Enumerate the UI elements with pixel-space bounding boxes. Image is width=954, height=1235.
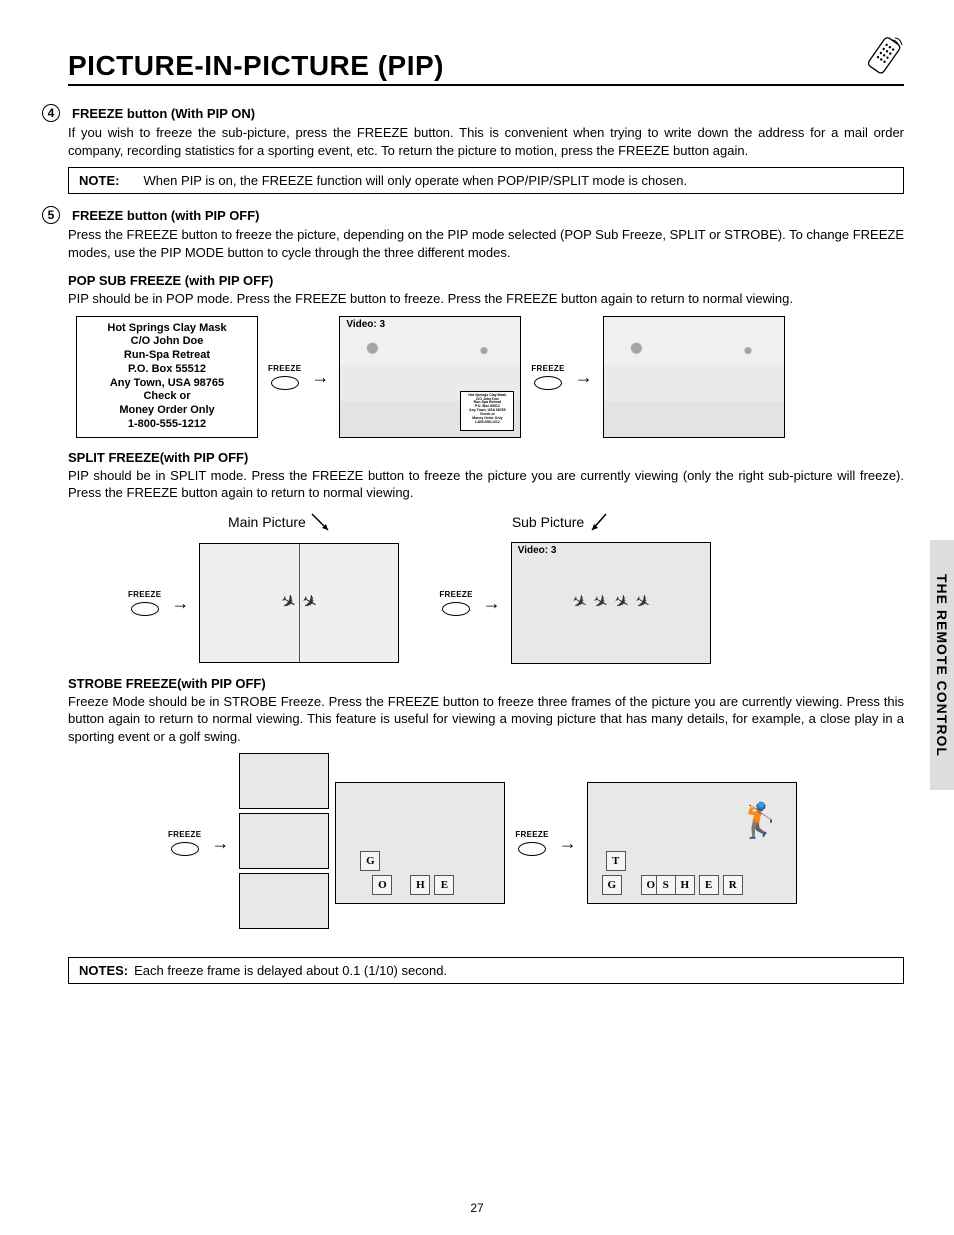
pop-sub-freeze-heading: POP SUB FREEZE (with PIP OFF)	[68, 273, 904, 288]
pop-screen-normal	[603, 316, 785, 438]
arrow-icon: →	[171, 594, 189, 612]
section-4-heading: 4 FREEZE button (With PIP ON)	[68, 104, 904, 122]
page-number: 27	[0, 1201, 954, 1215]
section-5-paragraph: Press the FREEZE button to freeze the pi…	[68, 226, 904, 261]
note-box-1: NOTE: When PIP is on, the FREEZE functio…	[68, 167, 904, 194]
title-underline	[68, 84, 904, 86]
split-screen-2: Video: 3 ✈✈✈✈	[511, 542, 711, 664]
golfer-icon: 🏌	[739, 801, 781, 841]
arrow-down-icon	[588, 512, 610, 534]
strobe-freeze-paragraph: Freeze Mode should be in STROBE Freeze. …	[68, 693, 904, 746]
remote-control-icon	[862, 36, 904, 78]
split-freeze-heading: SPLIT FREEZE(with PIP OFF)	[68, 450, 904, 465]
pip-sub-picture: Hot Springs Clay Mask C/O John Doe Run-S…	[460, 391, 514, 431]
address-screen: Hot Springs Clay Mask C/O John Doe Run-S…	[76, 316, 258, 438]
note-label: NOTE:	[79, 173, 119, 188]
page-title: PICTURE-IN-PICTURE (PIP)	[68, 50, 444, 82]
note-box-2: NOTES: Each freeze frame is delayed abou…	[68, 957, 904, 984]
side-tab: THE REMOTE CONTROL	[930, 540, 954, 790]
arrow-icon: →	[559, 834, 577, 852]
pop-screen-with-pip: Video: 3 Hot Springs Clay Mask C/O John …	[339, 316, 521, 438]
split-annotations: Main Picture Sub Picture	[228, 512, 904, 534]
pop-figure-row: Hot Springs Clay Mask C/O John Doe Run-S…	[76, 316, 904, 438]
arrow-icon: →	[211, 834, 229, 852]
section-5-title: FREEZE button (with PIP OFF)	[72, 208, 260, 223]
step-number-4: 4	[42, 104, 60, 122]
note-text: When PIP is on, the FREEZE function will…	[143, 173, 687, 188]
notes-text: Each freeze frame is delayed about 0.1 (…	[134, 963, 447, 978]
arrow-icon: →	[575, 368, 593, 386]
split-screen-1: ✈✈ ✈✈	[199, 543, 399, 663]
side-tab-label: THE REMOTE CONTROL	[934, 574, 950, 757]
pop-sub-freeze-paragraph: PIP should be in POP mode. Press the FRE…	[68, 290, 904, 308]
freeze-button-icon: FREEZE	[515, 830, 548, 856]
strobe-main-2: 🏌 T O HER G S	[587, 782, 797, 904]
split-figure-row: FREEZE → ✈✈ ✈✈ FREEZE → Video: 3 ✈✈✈✈	[128, 542, 904, 664]
main-picture-label: Main Picture	[228, 514, 306, 530]
split-freeze-paragraph: PIP should be in SPLIT mode. Press the F…	[68, 467, 904, 502]
strobe-main-1: T O HE G	[335, 782, 505, 904]
arrow-icon: →	[483, 594, 501, 612]
freeze-button-icon: FREEZE	[531, 364, 564, 390]
freeze-button-icon: FREEZE	[168, 830, 201, 856]
arrow-icon: →	[311, 368, 329, 386]
section-4-title: FREEZE button (With PIP ON)	[72, 106, 255, 121]
freeze-button-icon: FREEZE	[268, 364, 301, 390]
section-5-heading: 5 FREEZE button (with PIP OFF)	[68, 206, 904, 224]
video-label: Video: 3	[346, 319, 385, 330]
freeze-button-icon: FREEZE	[128, 590, 161, 616]
strobe-freeze-heading: STROBE FREEZE(with PIP OFF)	[68, 676, 904, 691]
arrow-down-icon	[310, 512, 332, 534]
step-number-5: 5	[42, 206, 60, 224]
notes-label: NOTES:	[79, 963, 128, 978]
section-4-paragraph: If you wish to freeze the sub-picture, p…	[68, 124, 904, 159]
sub-picture-label: Sub Picture	[512, 514, 584, 530]
strobe-thumbnails	[239, 753, 329, 933]
freeze-button-icon: FREEZE	[439, 590, 472, 616]
strobe-figure-row: FREEZE → T O HE G FREEZE → 🏌 T	[168, 753, 904, 933]
